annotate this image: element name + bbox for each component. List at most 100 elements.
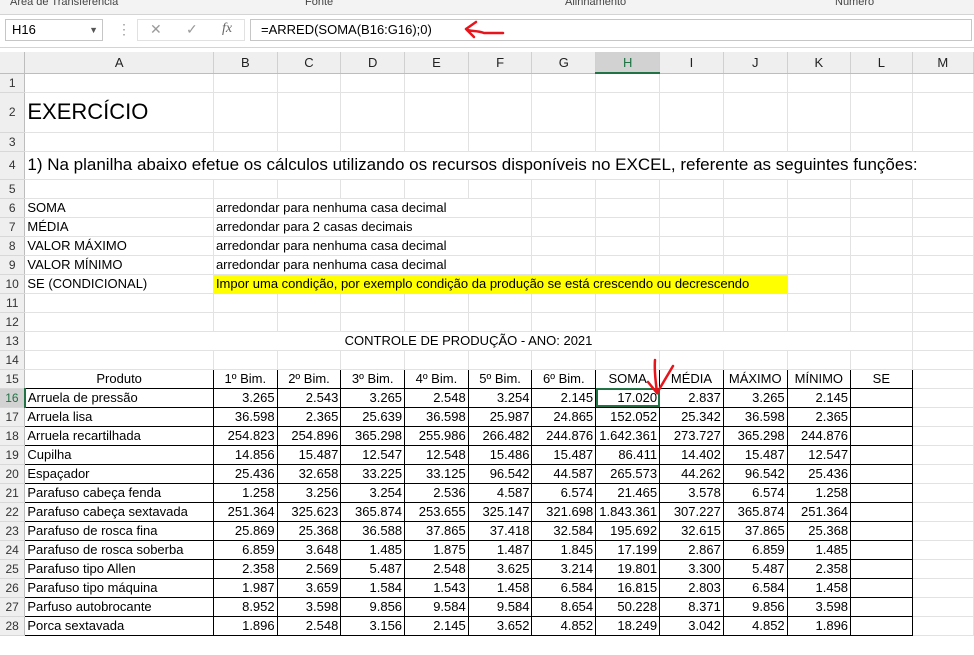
cell-m23[interactable] [912, 521, 974, 541]
function-name[interactable]: VALOR MÍNIMO [24, 255, 214, 275]
cell-k22[interactable]: 251.364 [786, 501, 852, 522]
cell-j3[interactable] [723, 132, 788, 152]
cell-h17[interactable]: 152.052 [595, 406, 661, 427]
cell-i16[interactable]: 2.837 [659, 387, 724, 408]
row-header-7[interactable]: 7 [0, 217, 26, 237]
column-header-f[interactable]: F [468, 52, 533, 74]
table-header-5[interactable]: 5º Bim. [467, 368, 533, 389]
cell-c1[interactable] [277, 73, 342, 93]
cell-h24[interactable]: 17.199 [595, 539, 661, 560]
cell-g14[interactable] [531, 350, 597, 370]
cell-f19[interactable]: 15.486 [467, 444, 533, 465]
cell-d24[interactable]: 1.485 [340, 539, 406, 560]
name-box[interactable]: H16 ▼ [5, 19, 103, 41]
cell-b22[interactable]: 251.364 [212, 501, 278, 522]
cell-k28[interactable]: 1.896 [786, 615, 852, 636]
cell-m25[interactable] [912, 559, 974, 579]
cell-d20[interactable]: 33.225 [340, 463, 406, 484]
row-header-12[interactable]: 12 [0, 312, 26, 332]
cell-b5[interactable] [213, 179, 278, 199]
row-header-15[interactable]: 15 [0, 369, 26, 389]
cell-j23[interactable]: 37.865 [722, 520, 788, 541]
cell-d27[interactable]: 9.856 [340, 596, 406, 617]
cell-m17[interactable] [912, 407, 974, 427]
cell-f14[interactable] [468, 350, 533, 370]
sheet-title[interactable]: EXERCÍCIO [24, 92, 214, 133]
function-description[interactable]: arredondar para nenhuma casa decimal [213, 198, 533, 218]
row-header-2[interactable]: 2 [0, 92, 26, 133]
table-header-6[interactable]: 6º Bim. [531, 368, 597, 389]
cell-k23[interactable]: 25.368 [786, 520, 852, 541]
cell-m15[interactable] [912, 369, 974, 389]
cell-b19[interactable]: 14.856 [212, 444, 278, 465]
cell-g12[interactable] [531, 312, 597, 332]
cell-g5[interactable] [531, 179, 597, 199]
table-header-9[interactable]: MÁXIMO [722, 368, 788, 389]
cell-c28[interactable]: 2.548 [276, 615, 342, 636]
cell-e3[interactable] [404, 132, 469, 152]
cell-l16[interactable] [850, 387, 913, 408]
function-description[interactable]: arredondar para nenhuma casa decimal [213, 236, 533, 256]
cell-d28[interactable]: 3.156 [340, 615, 406, 636]
row-header-10[interactable]: 10 [0, 274, 26, 294]
cell-a18[interactable]: Arruela recartilhada [24, 425, 214, 446]
cell-j6[interactable] [723, 198, 788, 218]
cell-j21[interactable]: 6.574 [722, 482, 788, 503]
table-header-3[interactable]: 3º Bim. [340, 368, 406, 389]
cell-h28[interactable]: 18.249 [595, 615, 661, 636]
select-all-corner[interactable] [0, 52, 26, 74]
cell-g28[interactable]: 4.852 [531, 615, 597, 636]
row-header-27[interactable]: 27 [0, 597, 26, 617]
cell-h5[interactable] [595, 179, 661, 199]
cell-b3[interactable] [213, 132, 278, 152]
cell-m24[interactable] [912, 540, 974, 560]
cell-l22[interactable] [850, 501, 913, 522]
cell-k12[interactable] [787, 312, 852, 332]
cell-b14[interactable] [213, 350, 278, 370]
cell-i11[interactable] [659, 293, 724, 313]
cell-a20[interactable]: Espaçador [24, 463, 214, 484]
cell-k24[interactable]: 1.485 [786, 539, 852, 560]
cell-j28[interactable]: 4.852 [722, 615, 788, 636]
cell-e27[interactable]: 9.584 [404, 596, 469, 617]
cell-m8[interactable] [912, 236, 974, 256]
cell-b11[interactable] [213, 293, 278, 313]
cell-a22[interactable]: Parafuso cabeça sextavada [24, 501, 214, 522]
cell-g25[interactable]: 3.214 [531, 558, 597, 579]
row-header-24[interactable]: 24 [0, 540, 26, 560]
cell-e22[interactable]: 253.655 [404, 501, 469, 522]
cell-k8[interactable] [787, 236, 852, 256]
cell-a28[interactable]: Porca sextavada [24, 615, 214, 636]
cell-j24[interactable]: 6.859 [722, 539, 788, 560]
cell-h2[interactable] [595, 92, 661, 133]
row-header-3[interactable]: 3 [0, 132, 26, 152]
cell-k5[interactable] [787, 179, 852, 199]
column-header-m[interactable]: M [912, 52, 974, 74]
table-header-7[interactable]: SOMA [595, 368, 661, 389]
cell-c5[interactable] [277, 179, 342, 199]
cell-a11[interactable] [24, 293, 214, 313]
chevron-down-icon[interactable]: ▼ [89, 20, 98, 40]
cell-i21[interactable]: 3.578 [659, 482, 724, 503]
cell-j18[interactable]: 365.298 [722, 425, 788, 446]
cell-l10[interactable] [850, 274, 913, 294]
cancel-icon[interactable]: ✕ [150, 21, 162, 38]
cell-c25[interactable]: 2.569 [276, 558, 342, 579]
cell-f27[interactable]: 9.584 [467, 596, 533, 617]
cell-b27[interactable]: 8.952 [212, 596, 278, 617]
table-header-11[interactable]: SE [850, 368, 913, 389]
cell-j11[interactable] [723, 293, 788, 313]
cell-f12[interactable] [468, 312, 533, 332]
function-description[interactable]: Impor uma condição, por exemplo condição… [213, 274, 788, 294]
row-header-1[interactable]: 1 [0, 73, 26, 93]
cell-j14[interactable] [723, 350, 788, 370]
cell-a24[interactable]: Parafuso de rosca soberba [24, 539, 214, 560]
cell-g3[interactable] [531, 132, 597, 152]
cell-m9[interactable] [912, 255, 974, 275]
cell-m27[interactable] [912, 597, 974, 617]
cell-k17[interactable]: 2.365 [786, 406, 852, 427]
cell-m19[interactable] [912, 445, 974, 465]
cell-d12[interactable] [340, 312, 406, 332]
cell-m5[interactable] [912, 179, 974, 199]
cell-i20[interactable]: 44.262 [659, 463, 724, 484]
